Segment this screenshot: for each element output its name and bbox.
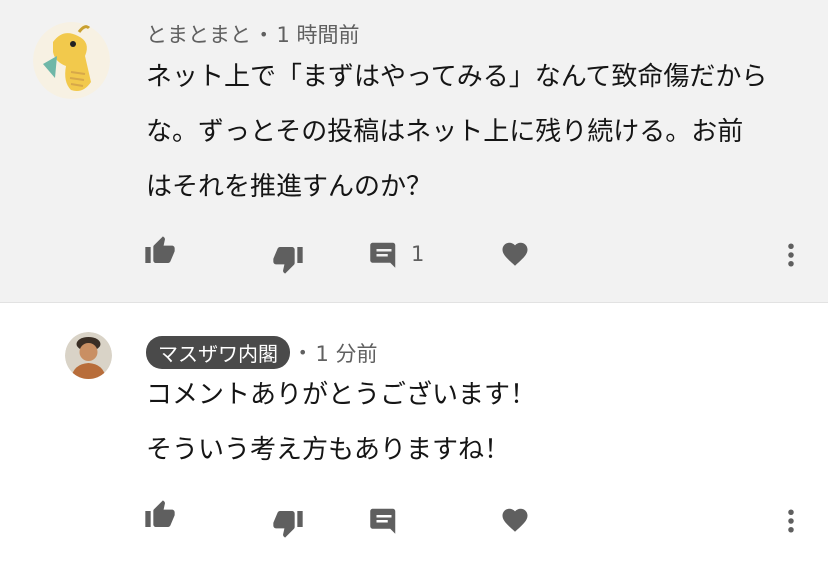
comment-text: コメントありがとうございます！ そういう考え方もありますね！	[146, 368, 536, 478]
comment-actions	[0, 499, 828, 539]
comment-item: とまとまと • 1 時間前 ネット上で「まずはやってみる」なんて致命傷だから な…	[0, 0, 828, 303]
more-button[interactable]	[776, 239, 806, 271]
dislike-button[interactable]	[272, 507, 304, 539]
heart-button[interactable]	[500, 239, 530, 269]
comment-meta: とまとまと • 1 時間前	[146, 19, 359, 49]
reply-icon	[370, 508, 396, 534]
avatar[interactable]	[65, 332, 112, 379]
comment-meta: マスザワ内閣 • 1 分前	[146, 336, 377, 369]
comment-actions: 1	[0, 235, 828, 275]
more-icon	[788, 243, 794, 267]
comment-time: 1 時間前	[276, 23, 360, 47]
comment-line: はそれを推進すんのか？	[146, 172, 433, 202]
thumb-up-icon	[145, 236, 175, 263]
reply-item: マスザワ内閣 • 1 分前 コメントありがとうございます！ そういう考え方もあり…	[0, 303, 828, 566]
dragon-avatar-icon	[33, 22, 110, 99]
reply-icon	[370, 242, 396, 268]
like-button[interactable]	[144, 499, 176, 531]
separator-dot: •	[259, 24, 269, 44]
reply-button[interactable]	[369, 505, 399, 535]
heart-icon	[502, 242, 528, 266]
more-icon	[788, 509, 794, 533]
more-button[interactable]	[776, 505, 806, 537]
author-name[interactable]: とまとまと	[146, 19, 251, 49]
reply-button[interactable]: 1	[369, 239, 424, 269]
heart-button[interactable]	[500, 505, 530, 535]
dislike-button[interactable]	[272, 243, 304, 275]
comment-line: ネット上で「まずはやってみる」なんて致命傷だから	[146, 62, 768, 92]
avatar[interactable]	[33, 22, 110, 99]
thumb-up-icon	[145, 500, 175, 527]
reply-count: 1	[411, 242, 425, 266]
thumb-down-icon	[273, 247, 303, 274]
separator-dot: •	[298, 343, 308, 362]
thumb-down-icon	[273, 511, 303, 538]
like-button[interactable]	[144, 235, 176, 267]
comment-line: そういう考え方もありますね！	[146, 435, 511, 465]
comment-line: な。ずっとその投稿はネット上に残り続ける。お前	[146, 117, 744, 147]
comment-line: コメントありがとうございます！	[146, 380, 537, 410]
person-avatar-icon	[65, 332, 112, 379]
heart-icon	[502, 508, 528, 532]
comment-time: 1 分前	[315, 341, 378, 366]
author-badge[interactable]: マスザワ内閣	[146, 336, 290, 369]
comment-text: ネット上で「まずはやってみる」なんて致命傷だから な。ずっとその投稿はネット上に…	[146, 50, 767, 215]
